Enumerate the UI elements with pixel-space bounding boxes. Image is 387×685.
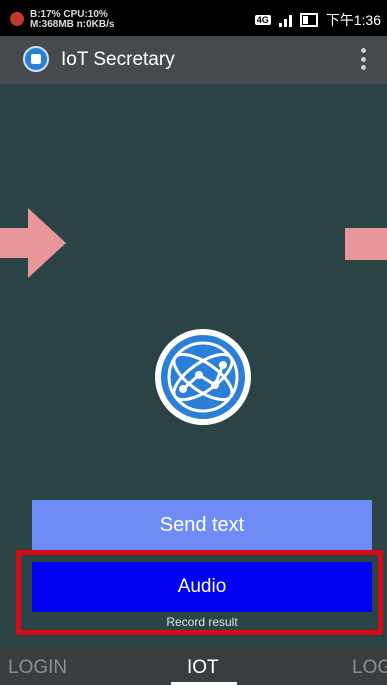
chip-icon [23,46,49,72]
signal-icon [278,13,292,27]
tab-iot[interactable]: IOT [187,657,219,679]
tab-log[interactable]: LOG [352,657,387,679]
record-result-text: Record result [166,615,238,629]
swipe-right-arrow-icon[interactable] [345,224,387,264]
status-time: 下午1:36 [325,12,381,28]
tab-bar: LOGIN IOT LOG [0,648,387,685]
globe-network-icon[interactable] [153,327,253,427]
app-bar: IoT Secretary [0,36,387,84]
more-vert-icon[interactable] [361,48,367,70]
status-memory-text: M:368MB n:0KB/s [30,19,115,30]
system-monitor-overlay: B:17% CPU:10% M:368MB n:0KB/s [8,6,158,32]
monitor-icon [10,12,24,26]
battery-icon [299,13,318,27]
status-bar: B:17% CPU:10% M:368MB n:0KB/s 4G 下午1:36 [0,0,387,36]
app-title: IoT Secretary [61,49,175,70]
tab-login[interactable]: LOGIN [8,657,67,679]
network-type-badge: 4G [254,15,271,25]
audio-button[interactable]: Audio [32,562,372,612]
send-text-button[interactable]: Send text [32,500,372,550]
swipe-left-arrow-icon[interactable] [0,208,70,278]
